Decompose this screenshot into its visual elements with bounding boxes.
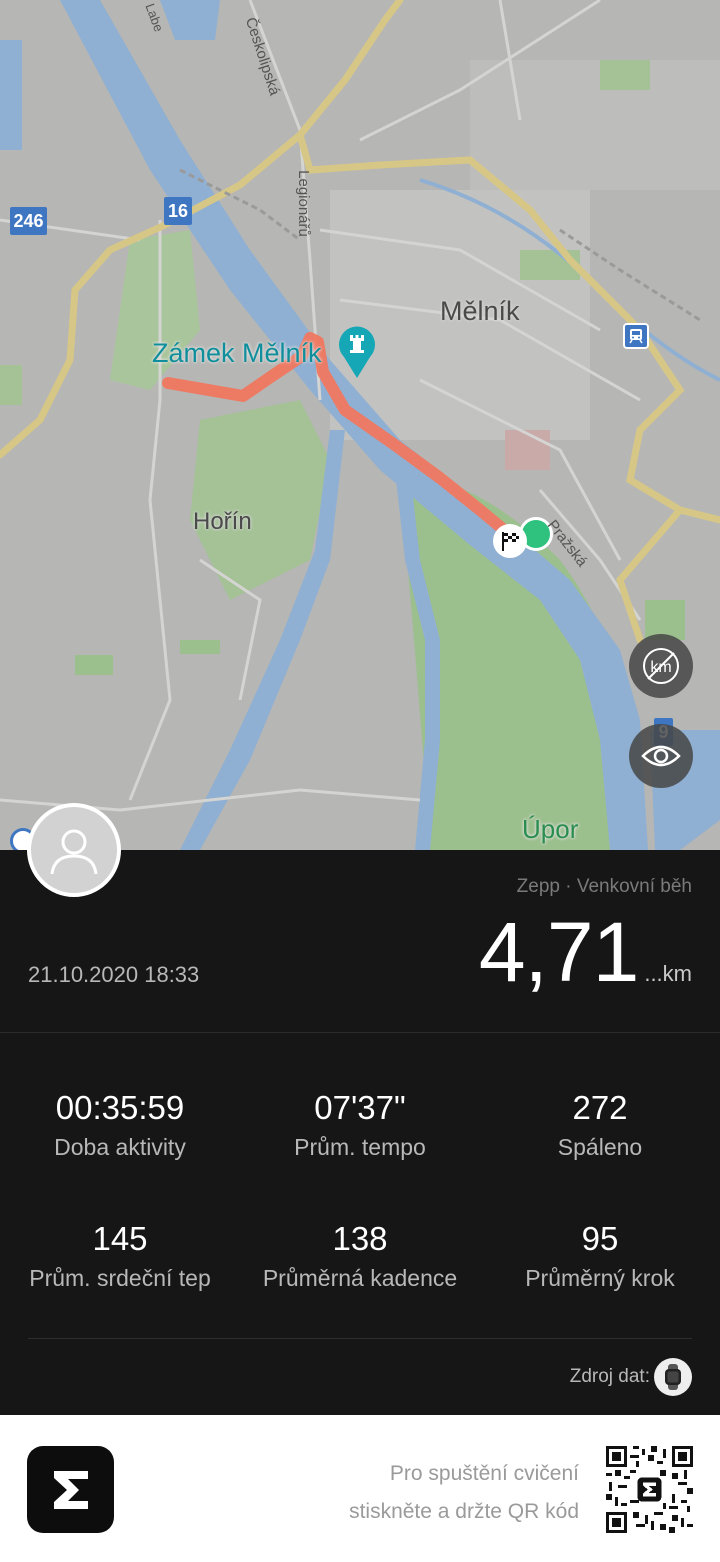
poi-label-zamek[interactable]: Zámek Mělník xyxy=(152,338,322,369)
finish-flag-icon xyxy=(493,524,527,558)
qr-instructions-line2: stiskněte a držte QR kód xyxy=(349,1500,579,1523)
castle-poi-icon xyxy=(336,323,378,379)
street-label-legionaru: Legionářů xyxy=(294,170,312,237)
stat-value: 00:35:59 xyxy=(55,1089,185,1126)
distance-value: 4,71 xyxy=(478,905,639,999)
activity-source-app: Zepp · Venkovní běh xyxy=(516,876,692,897)
watch-icon xyxy=(654,1358,692,1396)
share-footer: Pro spuštění cvičení stiskněte a držte Q… xyxy=(0,1415,720,1562)
stat-value: 138 xyxy=(332,1220,388,1257)
stat-pace: 07'37" Prům. tempo xyxy=(240,1088,480,1162)
activity-date: 21.10.2020 18:33 xyxy=(28,962,200,987)
stat-label: Spáleno xyxy=(557,1134,643,1160)
road-shield-246: 246 xyxy=(10,207,47,235)
user-avatar[interactable] xyxy=(27,803,121,897)
distance-unit: ...km xyxy=(644,961,692,986)
stat-heart-rate: 145 Prům. srdeční tep xyxy=(0,1219,240,1293)
km-markers-toggle-button[interactable]: km xyxy=(629,634,693,698)
stat-stride: 95 Průměrný krok xyxy=(480,1219,720,1293)
route-map[interactable]: Mělník Hořín Úpor Zámek Mělník Českolips… xyxy=(0,0,720,850)
route-path xyxy=(162,332,544,541)
village-label-upor: Úpor xyxy=(522,814,579,844)
stat-cadence: 138 Průměrná kadence xyxy=(240,1219,480,1293)
divider xyxy=(0,1032,720,1033)
activity-distance: 4,71 ...km xyxy=(479,910,692,994)
stat-label: Průměrný krok xyxy=(525,1265,675,1291)
qr-instructions-line1: Pro spuštění cvičení xyxy=(389,1462,579,1485)
stat-value: 07'37" xyxy=(314,1089,406,1126)
data-source: Zdroj dat: xyxy=(570,1358,692,1396)
data-source-label: Zdroj dat: xyxy=(569,1366,650,1387)
qr-instructions: Pro spuštění cvičení stiskněte a držte Q… xyxy=(349,1455,579,1531)
eye-icon xyxy=(641,745,681,767)
qr-code-icon[interactable] xyxy=(606,1446,693,1533)
km-off-icon: km xyxy=(643,648,679,684)
city-label-horin: Hořín xyxy=(193,508,252,535)
stat-value: 95 xyxy=(581,1220,619,1257)
stat-value: 145 xyxy=(92,1220,148,1257)
stat-value: 272 xyxy=(572,1089,628,1126)
user-silhouette-icon xyxy=(50,829,98,875)
stat-label: Doba aktivity xyxy=(54,1134,186,1160)
stat-label: Prům. tempo xyxy=(294,1134,426,1160)
city-label-melnik: Mělník xyxy=(440,296,520,326)
stat-label: Průměrná kadence xyxy=(262,1265,458,1291)
train-station-icon xyxy=(623,323,649,349)
stat-calories: 272 Spáleno xyxy=(480,1088,720,1162)
activity-summary-panel: Zepp · Venkovní běh 21.10.2020 18:33 4,7… xyxy=(0,850,720,1415)
stat-label: Prům. srdeční tep xyxy=(29,1265,211,1291)
zepp-logo-icon xyxy=(27,1446,114,1533)
road-shield-16: 16 xyxy=(164,197,192,225)
stat-duration: 00:35:59 Doba aktivity xyxy=(0,1088,240,1162)
divider xyxy=(28,1338,692,1339)
view-toggle-button[interactable] xyxy=(629,724,693,788)
